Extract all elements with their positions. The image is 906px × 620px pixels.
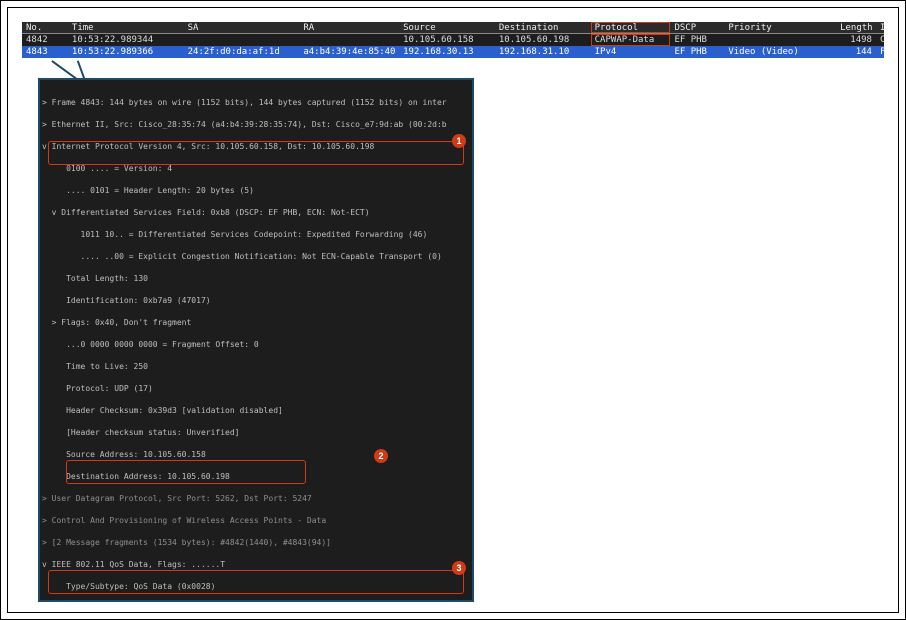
- packet-list[interactable]: No. Time SA RA Source Destination Protoc…: [22, 22, 884, 58]
- cell-src: 10.105.60.158: [399, 34, 495, 46]
- col-info[interactable]: Info: [876, 22, 884, 33]
- detail-line[interactable]: .... 0101 = Header Length: 20 bytes (5): [42, 185, 472, 196]
- cell-no: 4842: [22, 34, 68, 46]
- detail-line[interactable]: > Flags: 0x40, Don't fragment: [42, 317, 472, 328]
- detail-line[interactable]: .... ..00 = Explicit Congestion Notifica…: [42, 251, 472, 262]
- annotation-badge-2: 2: [374, 449, 388, 463]
- cell-prio: Video (Video): [724, 46, 836, 58]
- cell-proto: IPv4: [591, 46, 671, 58]
- col-len[interactable]: Length: [836, 22, 876, 33]
- detail-line[interactable]: > User Datagram Protocol, Src Port: 5262…: [42, 493, 472, 504]
- detail-line[interactable]: [Header checksum status: Unverified]: [42, 427, 472, 438]
- cell-len: 144: [836, 46, 876, 58]
- cell-dst: 192.168.31.10: [495, 46, 591, 58]
- detail-line[interactable]: > Frame 4843: 144 bytes on wire (1152 bi…: [42, 97, 472, 108]
- cell-len: 1498: [836, 34, 876, 46]
- col-time[interactable]: Time: [68, 22, 184, 33]
- cell-dst: 10.105.60.198: [495, 34, 591, 46]
- cell-time: 10:53:22.989344: [68, 34, 184, 46]
- col-sa[interactable]: SA: [184, 22, 300, 33]
- cell-time: 10:53:22.989366: [68, 46, 184, 58]
- cell-prio: [724, 34, 836, 46]
- cell-dscp: EF PHB: [670, 46, 724, 58]
- col-prio[interactable]: Priority: [724, 22, 836, 33]
- detail-line[interactable]: > [2 Message fragments (1534 bytes): #48…: [42, 537, 472, 548]
- cell-dscp: EF PHB: [670, 34, 724, 46]
- cell-sa: 24:2f:d0:da:af:1d: [184, 46, 300, 58]
- detail-line[interactable]: Identification: 0xb7a9 (47017): [42, 295, 472, 306]
- detail-line[interactable]: Protocol: UDP (17): [42, 383, 472, 394]
- cell-proto: CAPWAP-Data: [591, 34, 671, 46]
- cell-ra: a4:b4:39:4e:85:40: [299, 46, 399, 58]
- detail-line[interactable]: Source Address: 10.105.60.158: [42, 449, 472, 460]
- cell-info: Fragmented IP protocol (p: [876, 46, 884, 58]
- col-ra[interactable]: RA: [299, 22, 399, 33]
- detail-line[interactable]: 0100 .... = Version: 4: [42, 163, 472, 174]
- detail-line[interactable]: Header Checksum: 0x39d3 [validation disa…: [42, 405, 472, 416]
- detail-line[interactable]: v Differentiated Services Field: 0xb8 (D…: [42, 207, 472, 218]
- cell-no: 4843: [22, 46, 68, 58]
- detail-line[interactable]: Destination Address: 10.105.60.198: [42, 471, 472, 482]
- col-src[interactable]: Source: [399, 22, 495, 33]
- detail-line[interactable]: > Ethernet II, Src: Cisco_28:35:74 (a4:b…: [42, 119, 472, 130]
- cell-info: CAPWAP-Data (Fragment ID:: [876, 34, 884, 46]
- detail-line[interactable]: v IEEE 802.11 QoS Data, Flags: ......T: [42, 559, 472, 570]
- table-row[interactable]: 4842 10:53:22.989344 10.105.60.158 10.10…: [22, 34, 884, 46]
- detail-line[interactable]: Time to Live: 250: [42, 361, 472, 372]
- detail-line[interactable]: 1011 10.. = Differentiated Services Code…: [42, 229, 472, 240]
- col-dst[interactable]: Destination: [495, 22, 591, 33]
- detail-line[interactable]: > Control And Provisioning of Wireless A…: [42, 515, 472, 526]
- detail-line[interactable]: Total Length: 130: [42, 273, 472, 284]
- document-frame: No. Time SA RA Source Destination Protoc…: [7, 7, 899, 613]
- table-row-selected[interactable]: 4843 10:53:22.989366 24:2f:d0:da:af:1d a…: [22, 46, 884, 58]
- col-proto[interactable]: Protocol: [591, 22, 671, 33]
- packet-list-header: No. Time SA RA Source Destination Protoc…: [22, 22, 884, 34]
- annotation-badge-1: 1: [452, 134, 466, 148]
- packet-details-panel[interactable]: 1 2 3 > Frame 4843: 144 bytes on wire (1…: [38, 78, 474, 602]
- col-dscp[interactable]: DSCP: [670, 22, 724, 33]
- cell-src: 192.168.30.13: [399, 46, 495, 58]
- cell-sa: [184, 34, 300, 46]
- packet-details-tree[interactable]: > Frame 4843: 144 bytes on wire (1152 bi…: [40, 80, 472, 602]
- detail-line[interactable]: v Internet Protocol Version 4, Src: 10.1…: [42, 141, 472, 152]
- col-no[interactable]: No.: [22, 22, 68, 33]
- cell-ra: [299, 34, 399, 46]
- detail-line[interactable]: ...0 0000 0000 0000 = Fragment Offset: 0: [42, 339, 472, 350]
- annotation-badge-3: 3: [452, 561, 466, 575]
- detail-line[interactable]: Type/Subtype: QoS Data (0x0028): [42, 581, 472, 592]
